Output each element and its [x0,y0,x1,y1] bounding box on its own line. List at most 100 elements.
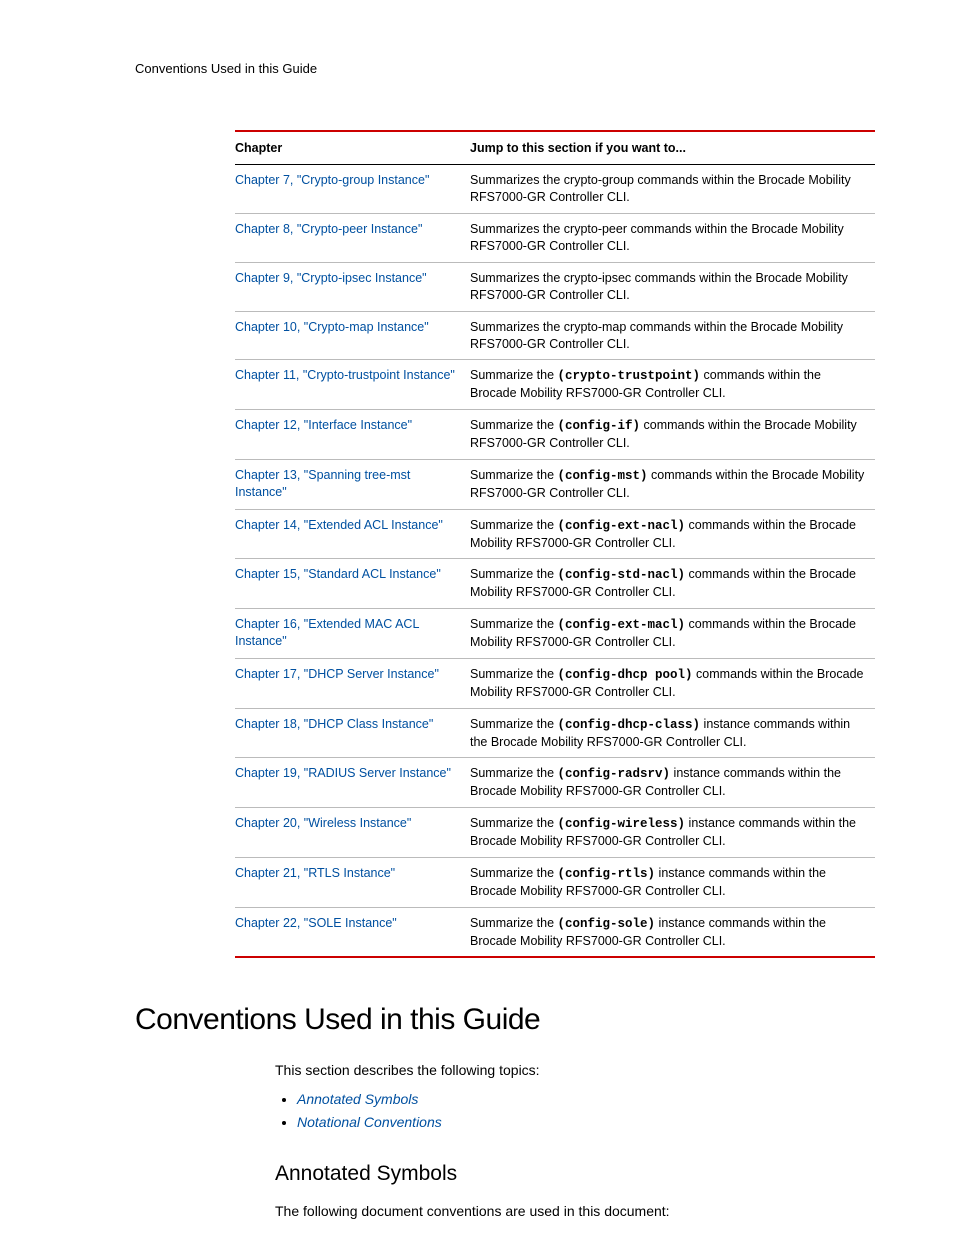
desc-text: Summarize the [470,866,558,880]
chapter-link[interactable]: Chapter 19, "RADIUS Server Instance" [235,766,451,780]
table-row: Chapter 12, "Interface Instance" Summariz… [235,410,875,460]
desc-text: Summarize the [470,916,558,930]
desc-text: Summarize the [470,368,558,382]
description-cell: Summarize the (config-if) commands withi… [470,410,875,460]
chapter-link[interactable]: Chapter 11, "Crypto-trustpoint Instance" [235,368,455,382]
chapter-table: Chapter Jump to this section if you want… [235,130,875,959]
subsection-heading-annotated-symbols: Annotated Symbols [275,1160,869,1188]
chapter-cell: Chapter 17, "DHCP Server Instance" [235,658,470,708]
table-row: Chapter 10, "Crypto-map Instance" Summari… [235,311,875,360]
desc-text: Summarize the [470,667,558,681]
list-item: Notational Conventions [297,1113,869,1132]
table-row: Chapter 18, "DHCP Class Instance" Summari… [235,708,875,758]
list-item: Annotated Symbols [297,1090,869,1109]
table-row: Chapter 16, "Extended MAC ACL Instance" S… [235,609,875,659]
chapter-link[interactable]: Chapter 10, "Crypto-map Instance" [235,320,429,334]
command-code: (config-mst) [558,469,648,483]
desc-text: Summarize the [470,816,558,830]
chapter-cell: Chapter 22, "SOLE Instance" [235,907,470,957]
table-row: Chapter 20, "Wireless Instance" Summarize… [235,808,875,858]
description-cell: Summarize the (config-sole) instance com… [470,907,875,957]
description-cell: Summarizes the crypto-group commands wit… [470,165,875,214]
description-cell: Summarize the (config-ext-macl) commands… [470,609,875,659]
chapter-link[interactable]: Chapter 22, "SOLE Instance" [235,916,397,930]
chapter-link[interactable]: Chapter 9, "Crypto-ipsec Instance" [235,271,427,285]
description-cell: Summarize the (config-dhcp pool) command… [470,658,875,708]
chapter-cell: Chapter 10, "Crypto-map Instance" [235,311,470,360]
description-cell: Summarize the (config-dhcp-class) instan… [470,708,875,758]
chapter-cell: Chapter 7, "Crypto-group Instance" [235,165,470,214]
desc-text: Summarize the [470,766,558,780]
section-heading-conventions: Conventions Used in this Guide [135,1000,869,1041]
table-row: Chapter 11, "Crypto-trustpoint Instance"… [235,360,875,410]
chapter-cell: Chapter 9, "Crypto-ipsec Instance" [235,262,470,311]
chapter-link[interactable]: Chapter 20, "Wireless Instance" [235,816,411,830]
command-code: (config-rtls) [558,867,656,881]
description-cell: Summarize the (config-wireless) instance… [470,808,875,858]
subsection-body-text: The following document conventions are u… [275,1202,869,1221]
desc-text: Summarize the [470,468,558,482]
table-row: Chapter 22, "SOLE Instance" Summarize the… [235,907,875,957]
chapter-link[interactable]: Chapter 13, "Spanning tree-mst Instance" [235,468,410,499]
table-row: Chapter 8, "Crypto-peer Instance" Summari… [235,214,875,263]
description-cell: Summarize the (config-std-nacl) commands… [470,559,875,609]
table-row: Chapter 19, "RADIUS Server Instance" Summ… [235,758,875,808]
chapter-cell: Chapter 21, "RTLS Instance" [235,857,470,907]
table-row: Chapter 21, "RTLS Instance" Summarize the… [235,857,875,907]
command-code: (config-wireless) [558,817,686,831]
command-code: (config-if) [558,419,641,433]
command-code: (config-sole) [558,917,656,931]
description-cell: Summarizes the crypto-map commands withi… [470,311,875,360]
chapter-cell: Chapter 8, "Crypto-peer Instance" [235,214,470,263]
desc-text: Summarize the [470,617,558,631]
table-row: Chapter 17, "DHCP Server Instance" Summar… [235,658,875,708]
chapter-cell: Chapter 14, "Extended ACL Instance" [235,509,470,559]
chapter-cell: Chapter 20, "Wireless Instance" [235,808,470,858]
topic-link-annotated-symbols[interactable]: Annotated Symbols [297,1091,418,1107]
chapter-link[interactable]: Chapter 7, "Crypto-group Instance" [235,173,429,187]
description-cell: Summarize the (config-radsrv) instance c… [470,758,875,808]
desc-text: Summarize the [470,518,558,532]
chapter-link[interactable]: Chapter 21, "RTLS Instance" [235,866,395,880]
chapter-link[interactable]: Chapter 8, "Crypto-peer Instance" [235,222,422,236]
description-cell: Summarize the (config-ext-nacl) commands… [470,509,875,559]
chapter-link[interactable]: Chapter 18, "DHCP Class Instance" [235,717,433,731]
description-cell: Summarizes the crypto-ipsec commands wit… [470,262,875,311]
table-row: Chapter 13, "Spanning tree-mst Instance"… [235,459,875,509]
command-code: (config-ext-macl) [558,618,686,632]
table-row: Chapter 15, "Standard ACL Instance" Summa… [235,559,875,609]
description-cell: Summarizes the crypto-peer commands with… [470,214,875,263]
col-header-desc: Jump to this section if you want to... [470,131,875,165]
chapter-cell: Chapter 15, "Standard ACL Instance" [235,559,470,609]
command-code: (config-dhcp-class) [558,718,701,732]
chapter-link[interactable]: Chapter 17, "DHCP Server Instance" [235,667,439,681]
command-code: (config-dhcp pool) [558,668,693,682]
chapter-link[interactable]: Chapter 15, "Standard ACL Instance" [235,567,441,581]
command-code: (config-std-nacl) [558,568,686,582]
desc-text: Summarize the [470,717,558,731]
chapter-cell: Chapter 11, "Crypto-trustpoint Instance" [235,360,470,410]
desc-text: Summarize the [470,567,558,581]
chapter-cell: Chapter 18, "DHCP Class Instance" [235,708,470,758]
command-code: (crypto-trustpoint) [558,369,701,383]
topic-link-notational-conventions[interactable]: Notational Conventions [297,1114,442,1130]
chapter-link[interactable]: Chapter 14, "Extended ACL Instance" [235,518,443,532]
description-cell: Summarize the (config-mst) commands with… [470,459,875,509]
chapter-cell: Chapter 19, "RADIUS Server Instance" [235,758,470,808]
description-cell: Summarize the (config-rtls) instance com… [470,857,875,907]
table-row: Chapter 14, "Extended ACL Instance" Summa… [235,509,875,559]
chapter-link[interactable]: Chapter 16, "Extended MAC ACL Instance" [235,617,419,648]
command-code: (config-radsrv) [558,767,671,781]
chapter-cell: Chapter 12, "Interface Instance" [235,410,470,460]
table-row: Chapter 7, "Crypto-group Instance" Summar… [235,165,875,214]
topic-link-list: Annotated Symbols Notational Conventions [297,1090,869,1132]
col-header-chapter: Chapter [235,131,470,165]
section-intro-text: This section describes the following top… [275,1061,869,1080]
chapter-link[interactable]: Chapter 12, "Interface Instance" [235,418,412,432]
chapter-cell: Chapter 13, "Spanning tree-mst Instance" [235,459,470,509]
table-row: Chapter 9, "Crypto-ipsec Instance" Summar… [235,262,875,311]
description-cell: Summarize the (crypto-trustpoint) comman… [470,360,875,410]
table-header-row: Chapter Jump to this section if you want… [235,131,875,165]
running-header: Conventions Used in this Guide [135,60,869,78]
chapter-cell: Chapter 16, "Extended MAC ACL Instance" [235,609,470,659]
